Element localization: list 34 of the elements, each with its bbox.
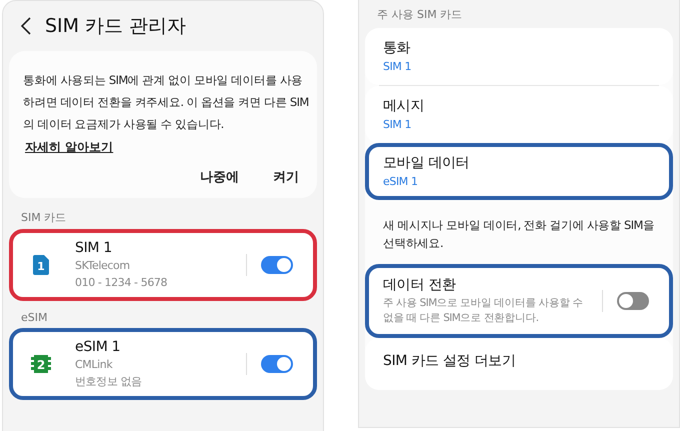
learn-more-link[interactable]: 자세히 알아보기 xyxy=(25,139,114,156)
toggle-switch[interactable] xyxy=(617,292,649,310)
setting-value: SIM 1 xyxy=(383,117,412,132)
screen-title: SIM 카드 관리자 xyxy=(45,14,186,39)
setting-value: SIM 1 xyxy=(383,59,412,74)
setting-title: 통화 xyxy=(383,39,412,57)
help-text: 새 메시지나 모바일 데이터, 전화 걸기에 사용할 SIM을 선택하세요. xyxy=(382,217,656,252)
section-label: 주 사용 SIM 카드 xyxy=(376,7,464,23)
phone-number: 010 - 1234 - 5678 xyxy=(75,275,168,290)
setting-title: 데이터 전환 xyxy=(383,276,457,294)
setting-title: SIM 카드 설정 더보기 xyxy=(383,352,516,370)
section-label: SIM 카드 xyxy=(20,210,68,226)
sim-name: SIM 1 xyxy=(75,240,113,256)
chip-icon: 2 xyxy=(31,355,51,373)
setting-item[interactable]: 데이터 전환 주 사용 SIM으로 모바일 데이터를 사용할 수 없을 때 다른 SIM으로 전환합니다. xyxy=(365,264,673,338)
phone-number: 번호정보 없음 xyxy=(75,374,143,389)
carrier-name: CMLink xyxy=(75,357,114,372)
setting-value: eSIM 1 xyxy=(383,174,419,189)
text-button[interactable]: 켜기 xyxy=(273,168,299,186)
setting-description: 주 사용 SIM으로 모바일 데이터를 사용할 수 없을 때 다른 SIM으로 전환합니다. xyxy=(383,296,584,326)
sim-item[interactable]: 2 eSIM 1 CMLink 번호정보 없음 xyxy=(9,328,317,400)
notice-text: 통화에 사용되는 SIM에 관계 없이 모바일 데이터를 사용하려면 데이터 전환을 켜주세요. 이 옵션을 켜면 다른 SIM의 데이터 요금제가 사용될 수 있습니다. xyxy=(22,72,310,133)
setting-title: 메시지 xyxy=(383,97,426,115)
toggle-switch[interactable] xyxy=(261,256,293,274)
sim-item[interactable]: 1 SIM 1 SKTelecom 010 - 1234 - 5678 xyxy=(9,229,317,301)
sim-name: eSIM 1 xyxy=(75,339,122,355)
back-icon[interactable] xyxy=(21,17,31,35)
text-button[interactable]: 나중에 xyxy=(200,168,239,186)
section-label: eSIM xyxy=(20,310,48,326)
sim-card-icon: 1 xyxy=(33,255,49,275)
carrier-name: SKTelecom xyxy=(75,258,131,273)
toggle-switch[interactable] xyxy=(261,355,293,373)
setting-item[interactable]: 모바일 데이터 eSIM 1 xyxy=(365,143,673,200)
setting-title: 모바일 데이터 xyxy=(383,154,470,172)
